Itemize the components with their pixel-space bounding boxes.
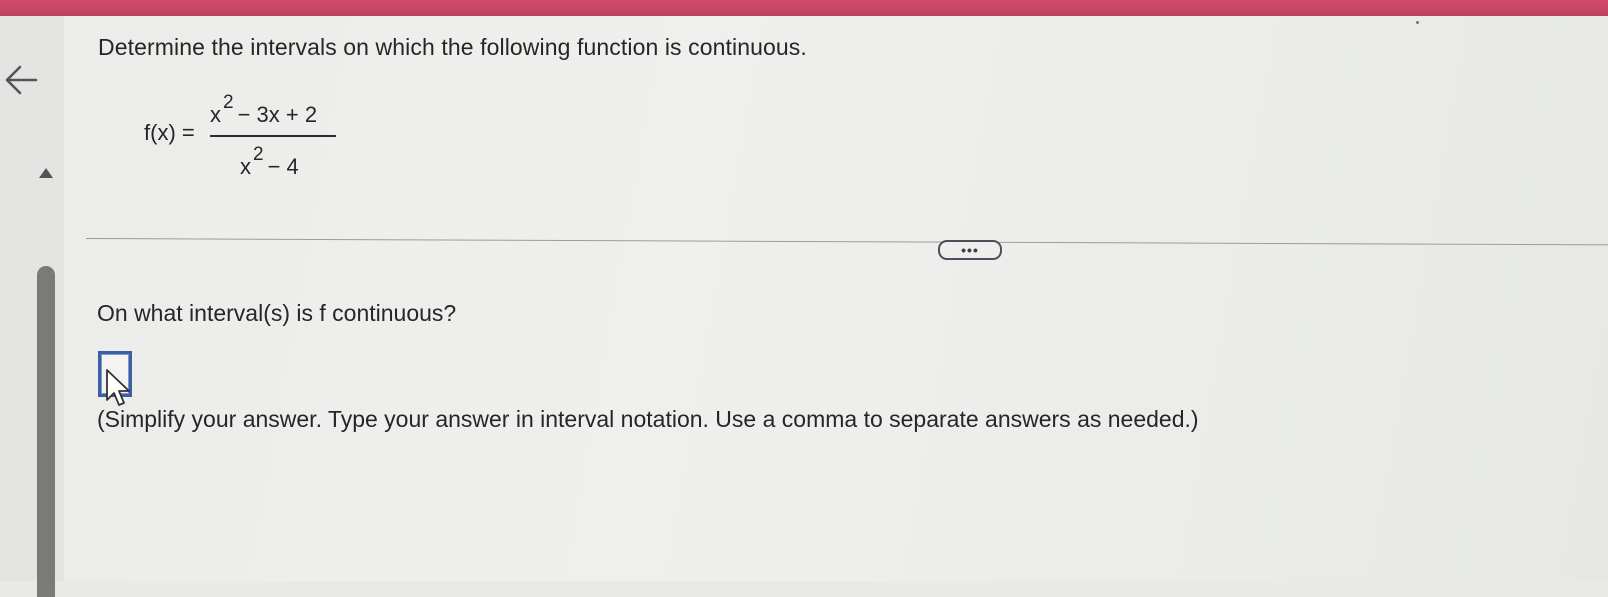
section-divider: [85, 238, 1608, 246]
question-prompt: Determine the intervals on which the fol…: [98, 34, 807, 60]
top-accent-bar: [0, 0, 1608, 16]
numerator-base: x: [210, 102, 221, 127]
denominator-exponent: 2: [253, 144, 264, 165]
answer-instructions: (Simplify your answer. Type your answer …: [97, 406, 1199, 432]
fraction-numerator: x 2− 3x + 2: [210, 92, 318, 128]
triangle-up-icon[interactable]: [38, 166, 54, 178]
speck: [1416, 21, 1419, 24]
more-button[interactable]: •••: [938, 240, 1002, 260]
question-content: Determine the intervals on which the fol…: [64, 16, 1608, 581]
fraction-bar: [210, 135, 336, 137]
scrollbar-thumb[interactable]: [37, 266, 55, 597]
function-label: f(x) =: [144, 120, 195, 145]
part-question: On what interval(s) is f continuous?: [97, 300, 457, 326]
denominator-rest: − 4: [267, 154, 299, 179]
numerator-exponent: 2: [223, 92, 234, 113]
left-panel: [0, 16, 65, 597]
arrow-left-icon[interactable]: [2, 60, 42, 100]
function-formula: f(x) = x 2− 3x + 2 x 2− 4: [144, 86, 344, 186]
numerator-rest: − 3x + 2: [237, 102, 318, 127]
scrollbar[interactable]: [37, 266, 57, 597]
denominator-base: x: [240, 154, 251, 179]
fraction-denominator: x 2− 4: [240, 144, 299, 180]
